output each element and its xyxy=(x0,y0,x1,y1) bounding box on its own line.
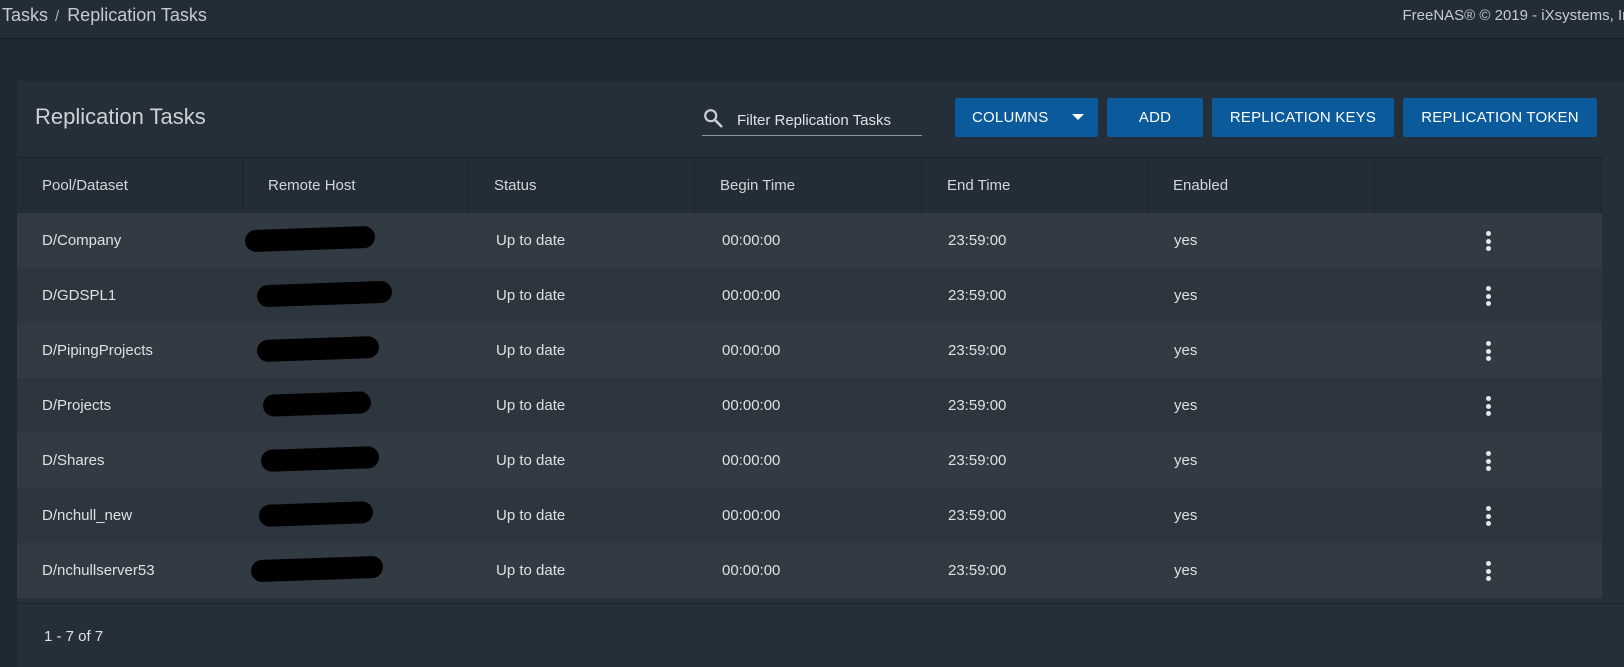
table-row[interactable]: D/GDSPL1 Up to date 00:00:00 23:59:00 ye… xyxy=(17,268,1602,323)
column-header-enabled[interactable]: Enabled xyxy=(1148,158,1375,213)
cell-begin-time: 00:00:00 xyxy=(722,287,781,304)
cell-begin-time: 00:00:00 xyxy=(722,232,781,249)
more-vert-icon[interactable] xyxy=(1478,396,1498,416)
columns-button-label: COLUMNS xyxy=(972,109,1049,126)
more-vert-icon[interactable] xyxy=(1478,561,1498,581)
pagination-range: 1 - 7 of 7 xyxy=(44,628,104,645)
replication-tasks-panel: Replication Tasks COLUMNS ADD REPLICATIO… xyxy=(17,81,1624,667)
cell-begin-time: 00:00:00 xyxy=(722,342,781,359)
search-icon xyxy=(704,109,723,128)
breadcrumb: Tasks / Replication Tasks xyxy=(2,5,207,26)
table-row[interactable]: D/nchull_new Up to date 00:00:00 23:59:0… xyxy=(17,488,1602,543)
cell-enabled: yes xyxy=(1174,397,1198,414)
replication-token-button[interactable]: REPLICATION TOKEN xyxy=(1403,98,1597,137)
table-footer: 1 - 7 of 7 xyxy=(17,603,1624,667)
table-row[interactable]: D/PipingProjects Up to date 00:00:00 23:… xyxy=(17,323,1602,378)
table-header: Pool/Dataset Remote Host Status Begin Ti… xyxy=(17,157,1602,213)
cell-status: Up to date xyxy=(496,342,566,359)
add-button[interactable]: ADD xyxy=(1107,98,1203,137)
table-row[interactable]: D/Company Up to date 00:00:00 23:59:00 y… xyxy=(17,213,1602,268)
more-vert-icon[interactable] xyxy=(1478,286,1498,306)
more-vert-icon[interactable] xyxy=(1478,231,1498,251)
columns-button[interactable]: COLUMNS xyxy=(955,98,1098,137)
cell-end-time: 23:59:00 xyxy=(948,397,1007,414)
cell-end-time: 23:59:00 xyxy=(948,342,1007,359)
cell-enabled: yes xyxy=(1174,562,1198,579)
column-header-end-time[interactable]: End Time xyxy=(922,158,1148,213)
column-header-begin-time[interactable]: Begin Time xyxy=(695,158,922,213)
cell-dataset: D/Projects xyxy=(42,397,112,414)
cell-end-time: 23:59:00 xyxy=(948,507,1007,524)
cell-status: Up to date xyxy=(496,507,566,524)
copyright-text: FreeNAS® © 2019 - iXsystems, Inc xyxy=(1402,7,1624,24)
cell-dataset: D/Shares xyxy=(42,452,105,469)
column-header-actions xyxy=(1375,158,1602,213)
table-row[interactable]: D/Projects Up to date 00:00:00 23:59:00 … xyxy=(17,378,1602,433)
caret-down-icon xyxy=(1072,114,1084,120)
cell-enabled: yes xyxy=(1174,287,1198,304)
cell-dataset: D/GDSPL1 xyxy=(42,287,117,304)
breadcrumb-current: Replication Tasks xyxy=(67,5,207,25)
top-bar: Tasks / Replication Tasks FreeNAS® © 2019 … xyxy=(0,0,1624,39)
cell-status: Up to date xyxy=(496,397,566,414)
cell-status: Up to date xyxy=(496,562,566,579)
cell-enabled: yes xyxy=(1174,507,1198,524)
cell-end-time: 23:59:00 xyxy=(948,562,1007,579)
redaction-mark xyxy=(258,501,374,527)
cell-status: Up to date xyxy=(496,287,566,304)
cell-status: Up to date xyxy=(496,232,566,249)
cell-begin-time: 00:00:00 xyxy=(722,397,781,414)
cell-begin-time: 00:00:00 xyxy=(722,562,781,579)
cell-dataset: D/nchull_new xyxy=(42,507,133,524)
column-header-pool-dataset[interactable]: Pool/Dataset xyxy=(17,158,243,213)
more-vert-icon[interactable] xyxy=(1478,451,1498,471)
redaction-mark xyxy=(256,280,393,308)
panel-title: Replication Tasks xyxy=(35,104,206,129)
more-vert-icon[interactable] xyxy=(1478,506,1498,526)
breadcrumb-separator: / xyxy=(55,8,60,25)
redaction-mark xyxy=(262,391,372,417)
redaction-mark xyxy=(260,445,380,473)
cell-begin-time: 00:00:00 xyxy=(722,507,781,524)
cell-enabled: yes xyxy=(1174,342,1198,359)
filter-box xyxy=(702,105,922,136)
table-row[interactable]: D/Shares Up to date 00:00:00 23:59:00 ye… xyxy=(17,433,1602,488)
cell-dataset: D/PipingProjects xyxy=(42,342,153,359)
cell-status: Up to date xyxy=(496,452,566,469)
cell-enabled: yes xyxy=(1174,232,1198,249)
column-header-remote-host[interactable]: Remote Host xyxy=(243,158,469,213)
cell-dataset: D/Company xyxy=(42,232,122,249)
filter-input[interactable] xyxy=(737,108,922,132)
cell-dataset: D/nchullserver53 xyxy=(42,562,155,579)
cell-end-time: 23:59:00 xyxy=(948,287,1007,304)
cell-begin-time: 00:00:00 xyxy=(722,452,781,469)
replication-keys-button[interactable]: REPLICATION KEYS xyxy=(1212,98,1394,137)
column-header-status[interactable]: Status xyxy=(469,158,695,213)
replication-table: Pool/Dataset Remote Host Status Begin Ti… xyxy=(17,157,1602,598)
cell-enabled: yes xyxy=(1174,452,1198,469)
more-vert-icon[interactable] xyxy=(1478,341,1498,361)
breadcrumb-tasks[interactable]: Tasks xyxy=(2,5,48,25)
redaction-mark xyxy=(244,225,376,253)
cell-end-time: 23:59:00 xyxy=(948,232,1007,249)
table-row[interactable]: D/nchullserver53 Up to date 00:00:00 23:… xyxy=(17,543,1602,598)
redaction-mark xyxy=(250,555,384,583)
redaction-mark xyxy=(256,335,380,363)
cell-end-time: 23:59:00 xyxy=(948,452,1007,469)
